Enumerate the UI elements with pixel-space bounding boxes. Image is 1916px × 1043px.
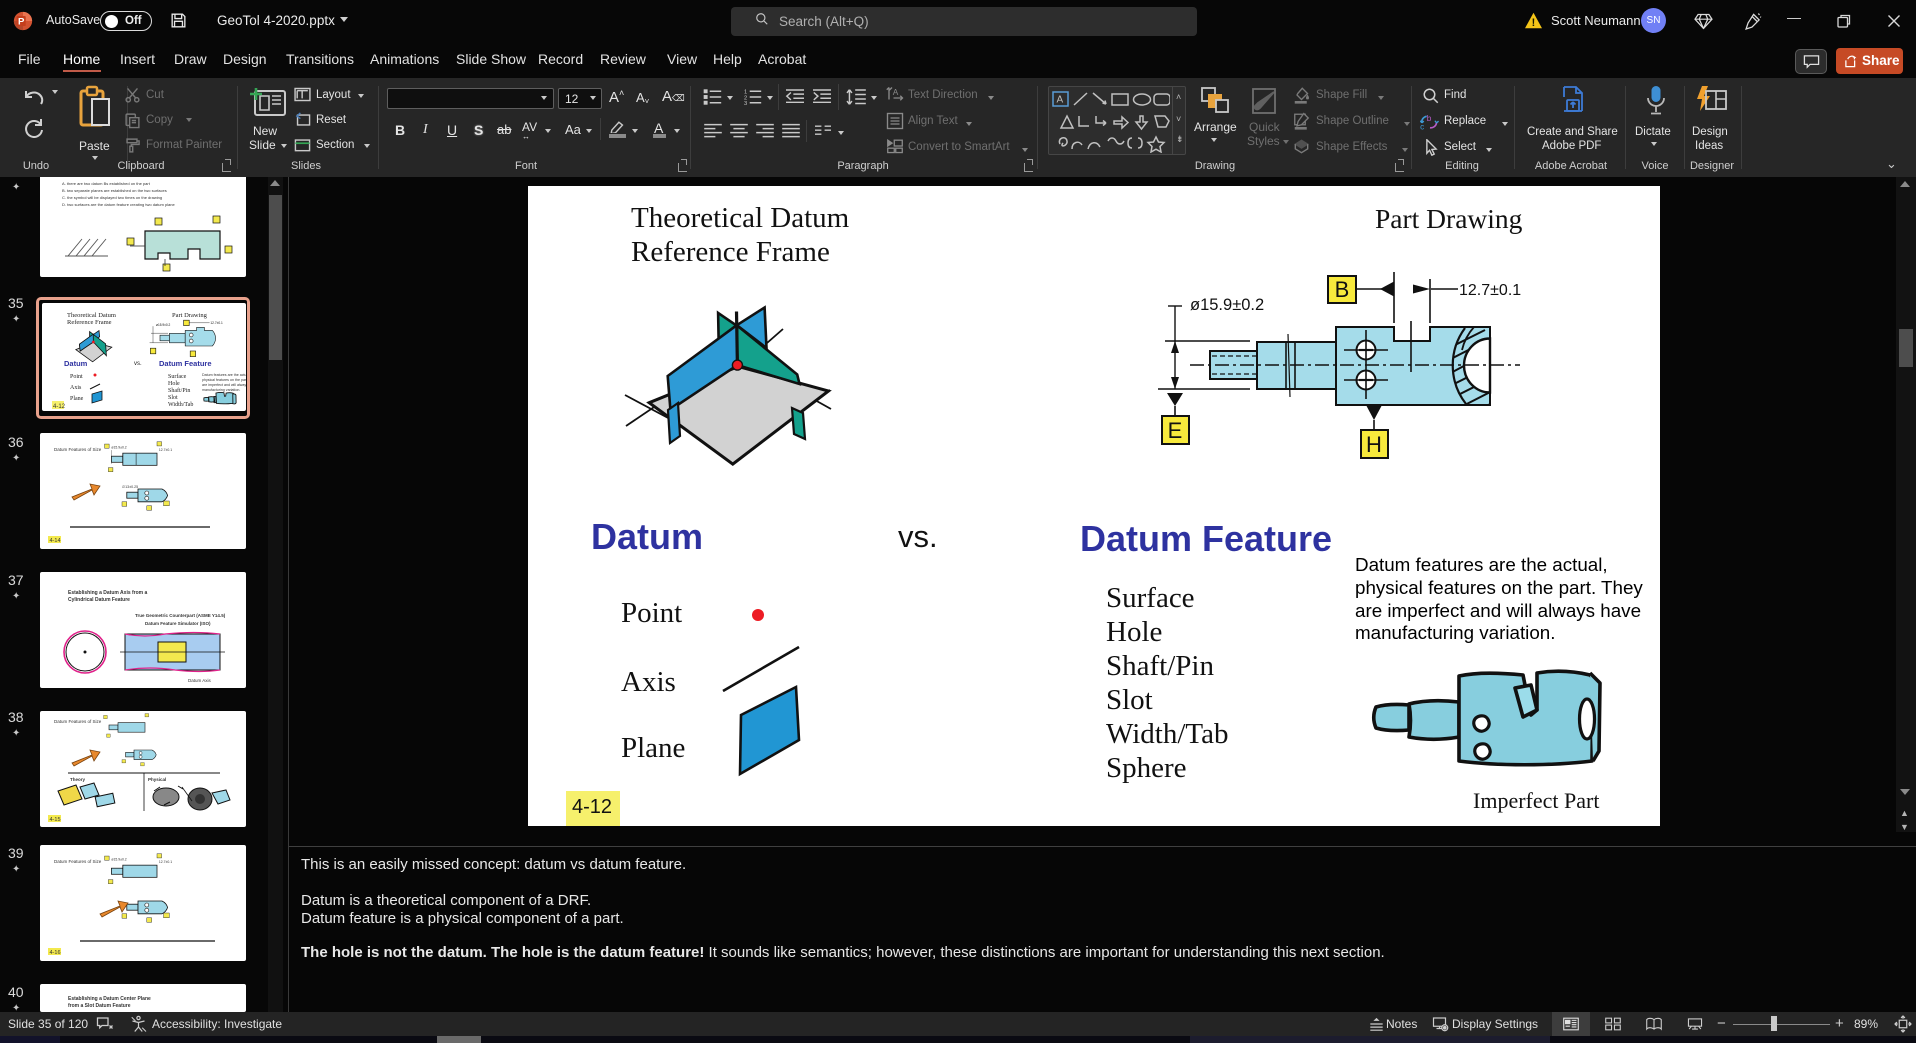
svg-text:4-14: 4-14	[50, 538, 61, 544]
svg-text:Datum Axis: Datum Axis	[188, 678, 212, 683]
svg-text:Hole: Hole	[168, 381, 180, 387]
svg-text:H: H	[1366, 432, 1382, 457]
svg-text:physical features on the part.: physical features on the part. They	[202, 378, 246, 382]
svg-text:b: b	[1427, 114, 1432, 123]
svg-text:B: B	[1335, 277, 1350, 302]
svg-text:A: A	[1057, 95, 1064, 106]
svg-text:12.7±0.1: 12.7±0.1	[159, 860, 172, 864]
svg-text:c: c	[1420, 122, 1424, 131]
svg-text:Surface: Surface	[168, 373, 187, 380]
svg-text:12.7±0.1: 12.7±0.1	[1459, 282, 1521, 299]
svg-text:Datum Feature Simulator (ISO): Datum Feature Simulator (ISO)	[145, 621, 211, 626]
svg-text:A: A	[893, 88, 899, 97]
svg-text:C. the symbol will be displ: C. the symbol will be displayed two time…	[62, 195, 162, 200]
svg-text:Point: Point	[70, 374, 83, 380]
svg-text:Cylindrical Datum Feature: Cylindrical Datum Feature	[68, 597, 130, 603]
svg-text:ø15.9±0.2: ø15.9±0.2	[111, 858, 126, 862]
svg-text:are imperfect and will always: are imperfect and will always have	[202, 383, 246, 387]
svg-text:Establishing a Datum Axis from: Establishing a Datum Axis from a	[68, 590, 147, 596]
svg-text:Theory: Theory	[70, 777, 86, 782]
svg-text:Theoretical Datum: Theoretical Datum	[67, 312, 116, 319]
svg-text:!: !	[1532, 17, 1536, 29]
svg-text:3: 3	[744, 101, 747, 106]
svg-text:ø15.9±0.2: ø15.9±0.2	[111, 446, 126, 450]
svg-text:4-15: 4-15	[50, 817, 61, 823]
svg-text:Datum Features of Size: Datum Features of Size	[54, 447, 102, 452]
svg-text:A. there are two datum Bs e: A. there are two datum Bs established on…	[62, 181, 151, 186]
svg-text:Establishing a Datum Center Pl: Establishing a Datum Center Plane	[68, 996, 151, 1002]
svg-text:Datum Features of Size: Datum Features of Size	[54, 719, 102, 724]
svg-text:ø15.9±0.2: ø15.9±0.2	[156, 323, 171, 327]
svg-text:Datum Features of Size: Datum Features of Size	[54, 859, 102, 864]
svg-text:∅13±0.25: ∅13±0.25	[122, 485, 138, 489]
svg-text:ø15.9±0.2: ø15.9±0.2	[1190, 296, 1264, 314]
svg-text:Reference Frame: Reference Frame	[67, 319, 112, 326]
svg-text:B. two separate planes are: B. two separate planes are established o…	[62, 188, 167, 193]
svg-text:Physical: Physical	[148, 777, 166, 782]
svg-text:Datum features are the actual: Datum features are the actual	[202, 373, 246, 377]
svg-text:Plane: Plane	[70, 396, 84, 402]
svg-text:manufacturing variation.: manufacturing variation.	[202, 388, 240, 392]
svg-text:4-12: 4-12	[53, 404, 66, 410]
svg-text:D. two surfaces are the dat: D. two surfaces are the datum feature cr…	[62, 202, 176, 207]
svg-text:Shaft/Pin: Shaft/Pin	[168, 387, 190, 394]
svg-text:Slot: Slot	[168, 395, 178, 401]
svg-text:E: E	[1168, 418, 1183, 443]
svg-text:12.7±0.1: 12.7±0.1	[210, 321, 223, 325]
svg-text:Width/Tab: Width/Tab	[168, 402, 193, 408]
svg-text:Datum: Datum	[64, 359, 88, 368]
svg-text:Axis: Axis	[70, 385, 82, 391]
svg-text:4-16: 4-16	[50, 950, 61, 956]
svg-text:True Geometric Counterpart (AS: True Geometric Counterpart (ASME Y14.5)	[135, 613, 226, 618]
svg-text:vs.: vs.	[134, 361, 142, 367]
svg-text:from a Slot Datum Feature: from a Slot Datum Feature	[68, 1003, 131, 1009]
svg-text:12.7±0.1: 12.7±0.1	[159, 448, 172, 452]
svg-text:Datum Feature: Datum Feature	[159, 359, 212, 368]
svg-text:P: P	[18, 16, 25, 27]
svg-text:Part Drawing: Part Drawing	[172, 312, 208, 319]
